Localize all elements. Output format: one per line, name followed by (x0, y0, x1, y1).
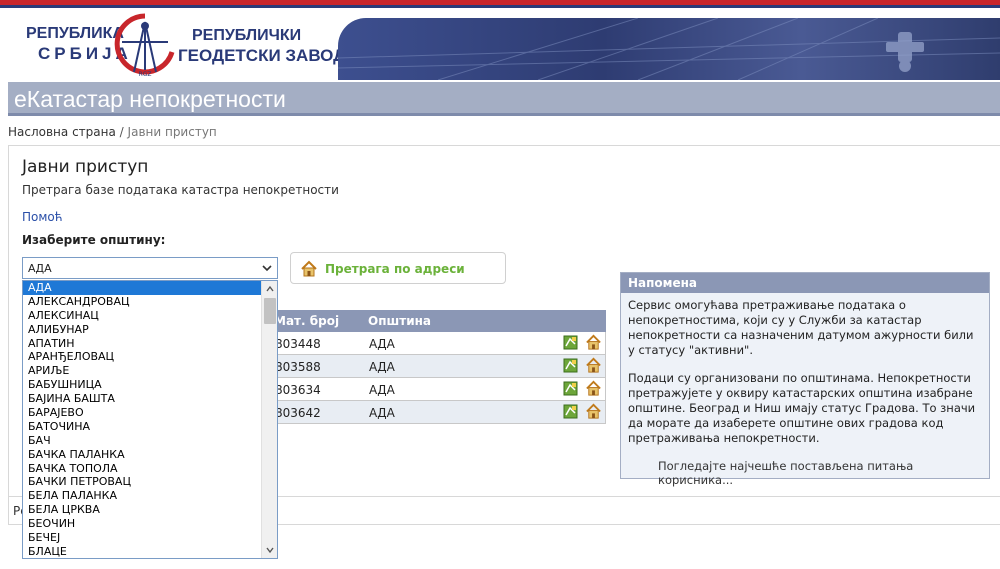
logo-rgz: РЕПУБЛИЧКИ ГЕОДЕТСКИ ЗАВОД (178, 26, 345, 66)
help-link[interactable]: Помоћ (22, 210, 63, 224)
dropdown-option[interactable]: БАЧКИ ПЕТРОВАЦ (23, 475, 277, 489)
logo-right-line1: РЕПУБЛИЧКИ (192, 27, 302, 44)
note-title: Напомена (621, 273, 989, 293)
choose-municipality-label: Изаберите општину: (22, 233, 166, 247)
app-title: еКатастар непокретности (14, 86, 286, 112)
cell-mat-broj: 803448 (275, 337, 321, 351)
dropdown-option[interactable]: АДА (23, 281, 277, 295)
table-row[interactable]: 803448 АДА (270, 332, 606, 355)
dropdown-option[interactable]: БАРАЈЕВО (23, 406, 277, 420)
dropdown-option[interactable]: АЛЕКСИНАЦ (23, 309, 277, 323)
municipality-select[interactable]: АДА (22, 257, 278, 279)
map-icon[interactable] (563, 358, 578, 373)
dropdown-scrollbar[interactable] (261, 281, 277, 558)
breadcrumb-separator: / (119, 125, 124, 139)
results-table: Мат. број Општина 803448 АДА 803588 АДА … (270, 310, 606, 424)
table-header: Мат. број Општина (270, 310, 606, 332)
table-row[interactable]: 803634 АДА (270, 378, 606, 401)
dropdown-option[interactable]: АРИЉЕ (23, 364, 277, 378)
logo-right-line2: ГЕОДЕТСКИ ЗАВОД (178, 46, 346, 65)
dropdown-option[interactable]: БЛАЦЕ (23, 545, 277, 558)
address-search-label: Претрага по адреси (325, 262, 465, 276)
header-banner-image (338, 18, 1000, 80)
breadcrumb-home[interactable]: Насловна страна (8, 125, 116, 139)
house-icon[interactable] (585, 380, 602, 397)
municipality-selected-value: АДА (28, 262, 52, 275)
map-icon[interactable] (563, 404, 578, 419)
app-title-bar: еКатастар непокретности (8, 82, 1000, 116)
dropdown-option[interactable]: БЕОЧИН (23, 517, 277, 531)
dropdown-option[interactable]: БАТОЧИНА (23, 420, 277, 434)
dropdown-option[interactable]: БАЧКА ТОПОЛА (23, 462, 277, 476)
dropdown-arrow-icon[interactable] (260, 261, 274, 275)
map-icon[interactable] (563, 381, 578, 396)
dropdown-option[interactable]: АЛИБУНАР (23, 323, 277, 337)
note-panel: Напомена Сервис омогућава претраживање п… (620, 272, 990, 487)
breadcrumb: Насловна страна / Јавни приступ (8, 125, 217, 139)
scroll-up-icon[interactable] (265, 284, 275, 294)
dropdown-option[interactable]: АРАНЂЕЛОВАЦ (23, 350, 277, 364)
cell-mat-broj: 803634 (275, 383, 321, 397)
cell-opstina: АДА (369, 383, 395, 397)
table-row[interactable]: 803642 АДА (270, 401, 606, 424)
dropdown-option[interactable]: АЛЕКСАНДРОВАЦ (23, 295, 277, 309)
cell-opstina: АДА (369, 337, 395, 351)
house-icon (301, 260, 317, 277)
house-icon[interactable] (585, 403, 602, 420)
page-subtitle: Претрага базе података катастра непокрет… (22, 183, 339, 197)
page-title: Јавни приступ (22, 157, 149, 177)
breadcrumb-current: Јавни приступ (127, 125, 217, 139)
house-icon[interactable] (585, 334, 602, 351)
faq-link[interactable]: Погледајте најчешће постављена питања ко… (658, 459, 989, 487)
dropdown-option[interactable]: БАЧ (23, 434, 277, 448)
scrollbar-thumb[interactable] (264, 298, 276, 324)
header-mat-broj: Мат. број (274, 314, 340, 328)
dropdown-option[interactable]: БАБУШНИЦА (23, 378, 277, 392)
scroll-down-icon[interactable] (265, 545, 275, 555)
emblem-text: RGZ (139, 71, 152, 78)
dropdown-option[interactable]: БЕЛА ПАЛАНКА (23, 489, 277, 503)
cell-mat-broj: 803588 (275, 360, 321, 374)
map-icon[interactable] (563, 335, 578, 350)
dropdown-option[interactable]: АПАТИН (23, 337, 277, 351)
cell-opstina: АДА (369, 360, 395, 374)
table-row[interactable]: 803588 АДА (270, 355, 606, 378)
cell-mat-broj: 803642 (275, 406, 321, 420)
emblem-icon[interactable]: RGZ (114, 12, 176, 78)
municipality-dropdown-list[interactable]: АДА АЛЕКСАНДРОВАЦ АЛЕКСИНАЦ АЛИБУНАР АПА… (22, 280, 278, 559)
note-paragraph-2: Подаци су организовани по општинама. Неп… (628, 371, 976, 445)
site-header: РЕПУБЛИКА СРБИЈА RGZ РЕПУБЛИЧКИ ГЕОДЕТСК… (8, 8, 1000, 82)
house-icon[interactable] (585, 357, 602, 374)
note-paragraph-1: Сервис омогућава претраживање података о… (628, 298, 974, 357)
address-search-button[interactable]: Претрага по адреси (290, 252, 506, 284)
dropdown-option[interactable]: БАЧКА ПАЛАНКА (23, 448, 277, 462)
dropdown-option[interactable]: БАЈИНА БАШТА (23, 392, 277, 406)
dropdown-option[interactable]: БЕЛА ЦРКВА (23, 503, 277, 517)
header-opstina: Општина (368, 314, 431, 328)
dropdown-option[interactable]: БЕЧЕЈ (23, 531, 277, 545)
cell-opstina: АДА (369, 406, 395, 420)
